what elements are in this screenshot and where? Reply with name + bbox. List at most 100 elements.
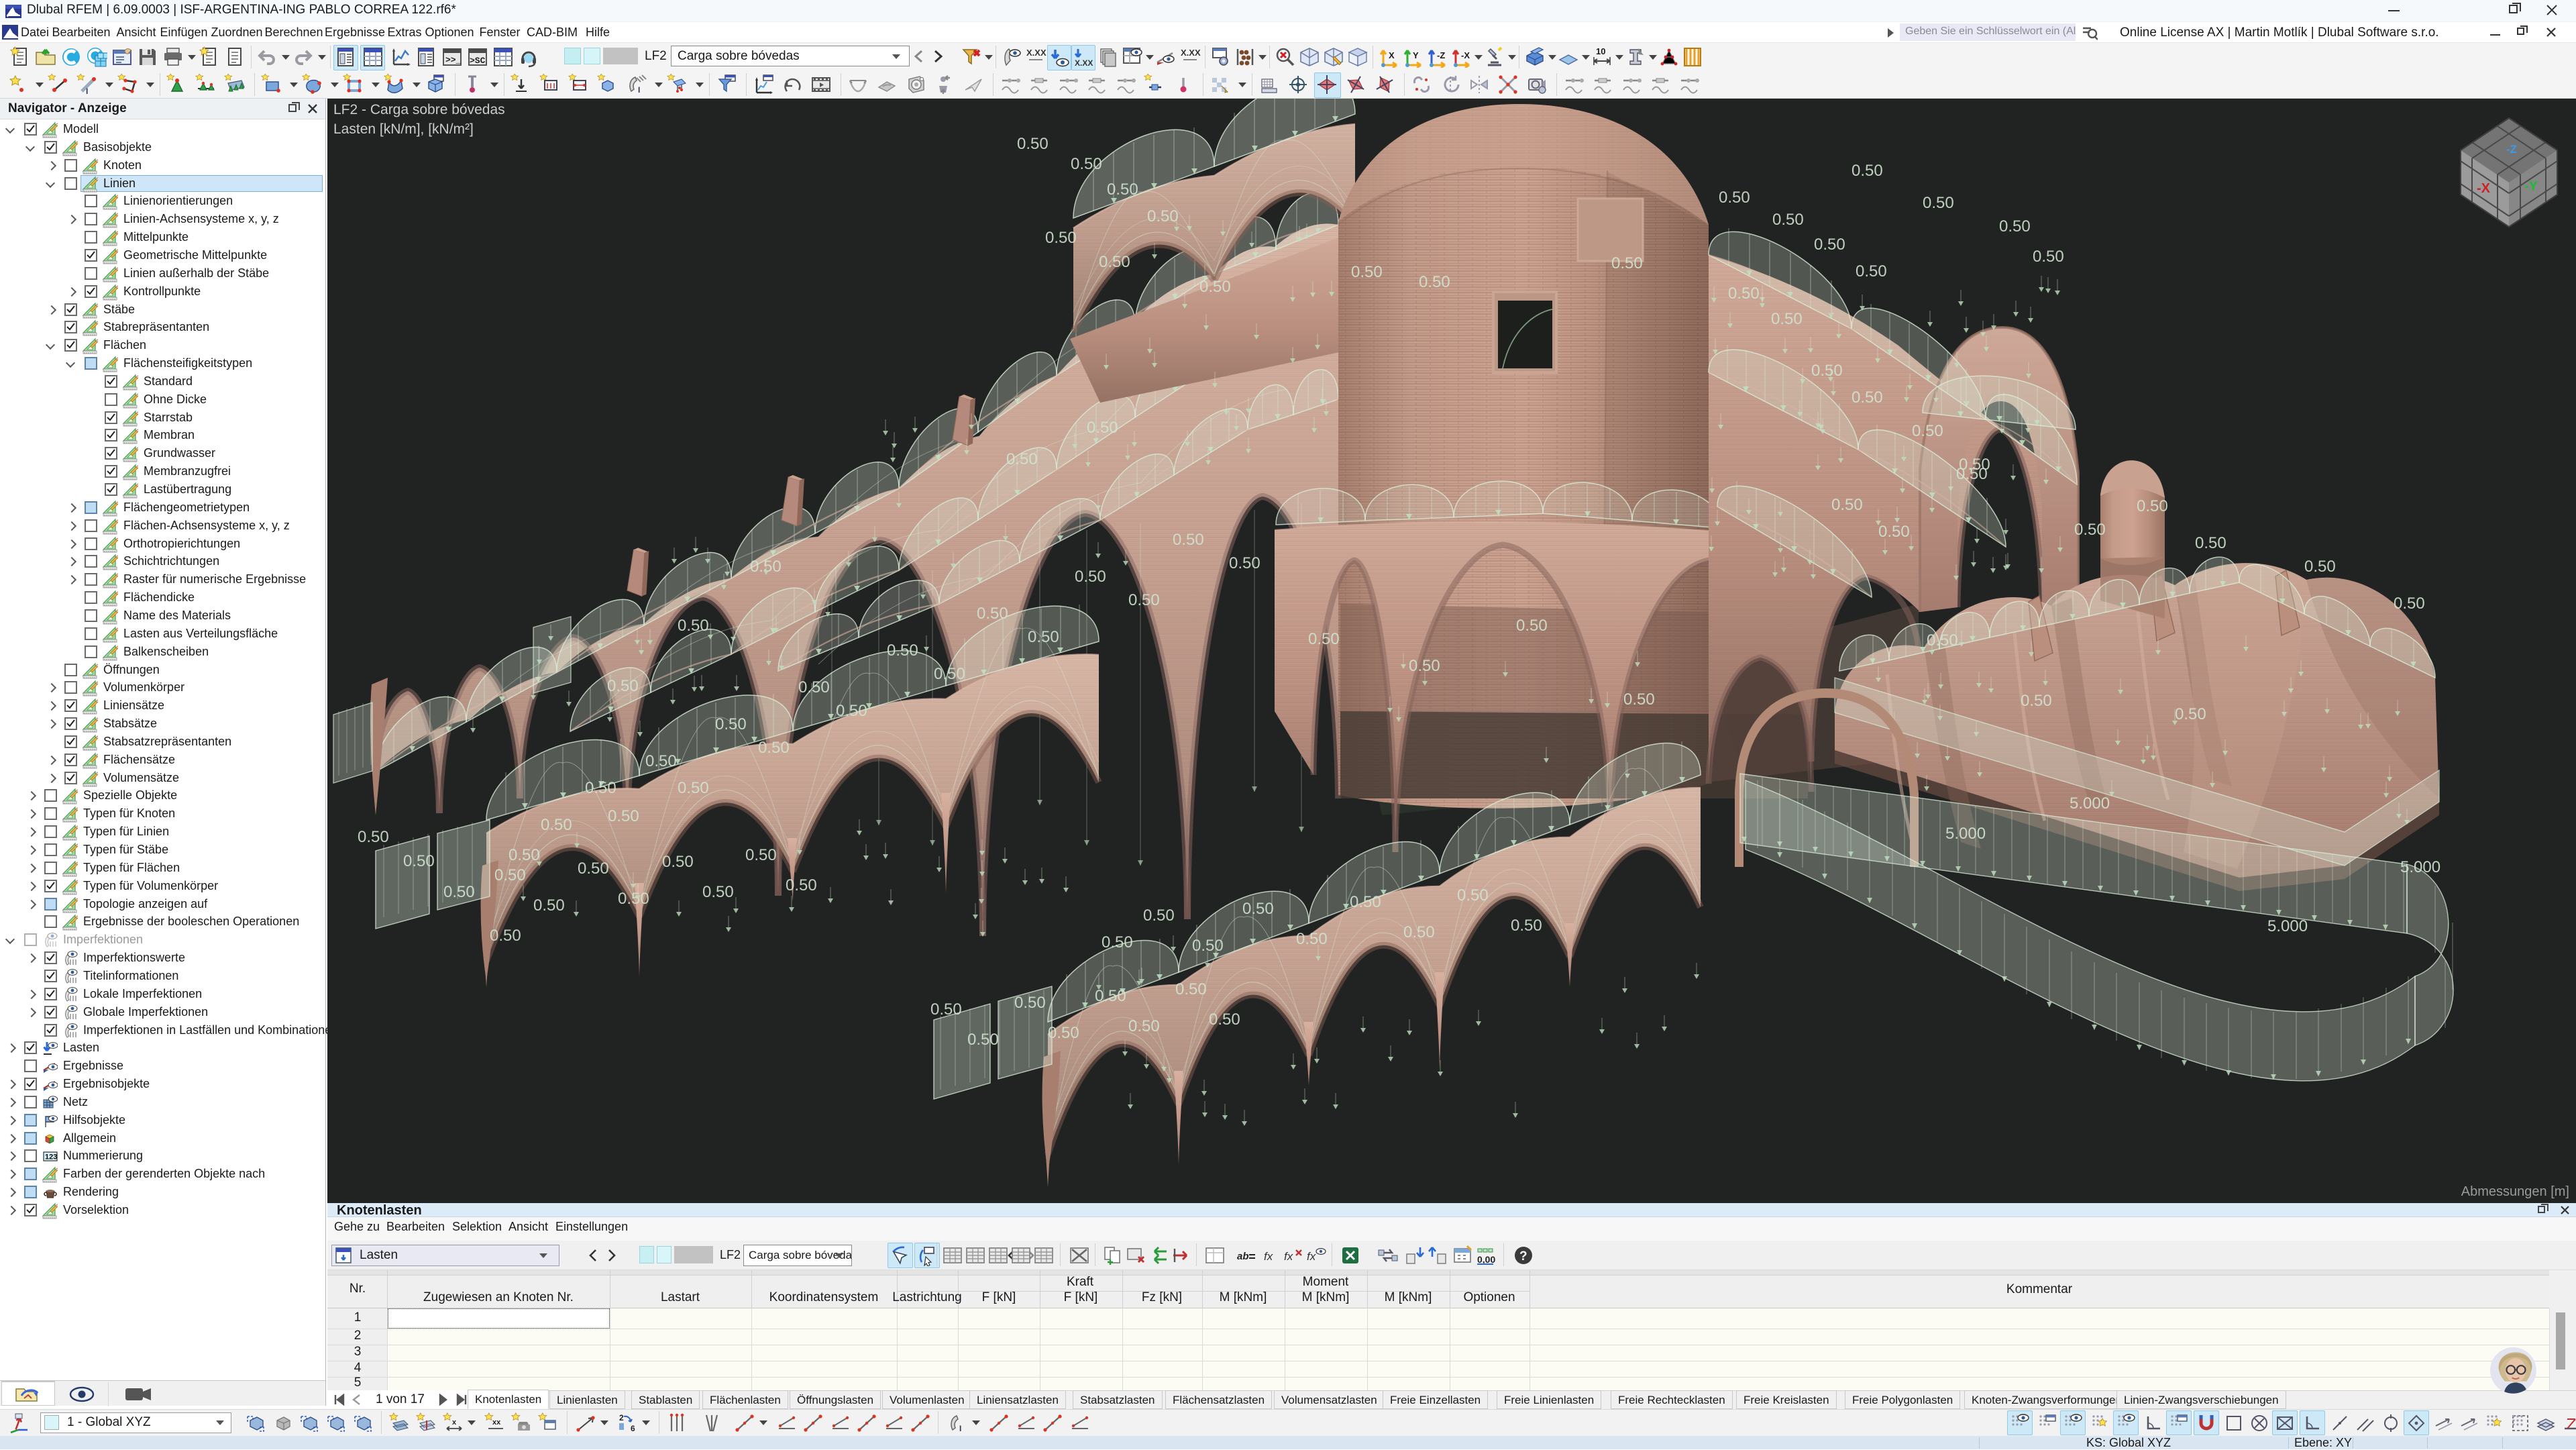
svg-text:0.50: 0.50 xyxy=(1087,419,1118,437)
svg-text:5.000: 5.000 xyxy=(1945,825,1986,843)
svg-text:fx: fx xyxy=(1284,1250,1293,1263)
svg-text:0.50: 0.50 xyxy=(1878,523,1910,541)
svg-text:0.50: 0.50 xyxy=(578,860,609,878)
svg-text:0.50: 0.50 xyxy=(1772,211,1804,229)
svg-text:0.50: 0.50 xyxy=(1403,923,1435,941)
svg-text:0.50: 0.50 xyxy=(2074,521,2106,539)
svg-text:0.50: 0.50 xyxy=(1351,263,1383,281)
svg-text:0.50: 0.50 xyxy=(1927,631,1958,650)
svg-text:0.50: 0.50 xyxy=(608,807,639,825)
svg-text:0.50: 0.50 xyxy=(1095,987,1126,1005)
svg-text:0.50: 0.50 xyxy=(662,853,694,871)
svg-text:0.50: 0.50 xyxy=(1175,980,1207,998)
svg-text:fx: fx xyxy=(1264,1250,1273,1263)
svg-text:10: 10 xyxy=(1596,46,1605,56)
svg-text:0.50: 0.50 xyxy=(2137,497,2168,515)
svg-text:0.50: 0.50 xyxy=(1143,907,1175,925)
svg-text:0.50: 0.50 xyxy=(1071,155,1102,173)
svg-text:?: ? xyxy=(1519,1249,1527,1263)
svg-text:5.000: 5.000 xyxy=(2400,858,2440,876)
svg-text:>>_: >>_ xyxy=(445,55,462,65)
svg-text:ab: ab xyxy=(1237,1251,1249,1262)
svg-text:0.50: 0.50 xyxy=(490,927,521,945)
svg-text:0.50: 0.50 xyxy=(1956,465,1988,483)
svg-text:0.50: 0.50 xyxy=(1419,273,1450,291)
svg-text:0.50: 0.50 xyxy=(1308,630,1340,648)
svg-text:0.50: 0.50 xyxy=(1719,189,1750,207)
svg-text:0.50: 0.50 xyxy=(2021,692,2052,710)
svg-text:0.50: 0.50 xyxy=(887,641,918,660)
svg-text:0.50: 0.50 xyxy=(2195,534,2226,552)
svg-text:LF2 - Carga sobre bóvedas: LF2 - Carga sobre bóvedas xyxy=(333,102,505,117)
svg-text:0.50: 0.50 xyxy=(1209,1011,1240,1029)
svg-text:0.50: 0.50 xyxy=(1831,496,1863,514)
svg-text:I: I xyxy=(638,85,640,95)
svg-text:-X: -X xyxy=(1461,50,1470,60)
svg-text:0.50: 0.50 xyxy=(541,816,572,834)
svg-text:0.50: 0.50 xyxy=(1128,591,1160,609)
svg-text:0.50: 0.50 xyxy=(1048,1024,1079,1042)
svg-text:0.50: 0.50 xyxy=(508,846,540,864)
svg-text:0.50: 0.50 xyxy=(2033,248,2064,266)
svg-text:0.50: 0.50 xyxy=(1611,254,1643,272)
svg-text:0.50: 0.50 xyxy=(1107,180,1138,199)
svg-text:X.XX: X.XX xyxy=(1026,48,1046,58)
svg-text:0.50: 0.50 xyxy=(1511,917,1542,935)
svg-text:0.50: 0.50 xyxy=(1999,217,2031,236)
svg-text:0.50: 0.50 xyxy=(678,779,709,797)
svg-text:0.50: 0.50 xyxy=(836,702,867,720)
svg-text:0.50: 0.50 xyxy=(1851,162,1883,180)
svg-text:0.50: 0.50 xyxy=(930,1000,962,1019)
svg-text:-Z: -Z xyxy=(1437,50,1445,60)
svg-text:0.50: 0.50 xyxy=(645,752,677,770)
svg-text:0.50: 0.50 xyxy=(1006,450,1038,468)
svg-text:0.50: 0.50 xyxy=(1728,284,1760,303)
svg-text:6: 6 xyxy=(631,1424,635,1433)
svg-text:0.50: 0.50 xyxy=(1296,930,1328,948)
svg-text:>SC: >SC xyxy=(470,56,486,66)
svg-text:0.50: 0.50 xyxy=(1350,893,1381,911)
svg-text:0.50: 0.50 xyxy=(1014,994,1046,1012)
svg-text:0.50: 0.50 xyxy=(1771,310,1803,328)
svg-text:0.50: 0.50 xyxy=(1099,253,1130,271)
svg-text:0.50: 0.50 xyxy=(1128,1017,1160,1035)
svg-text:0.50: 0.50 xyxy=(618,890,649,908)
svg-text:0.50: 0.50 xyxy=(585,779,616,797)
svg-text:I: I xyxy=(86,87,88,95)
svg-text:0.50: 0.50 xyxy=(1017,135,1049,153)
svg-text:0.50: 0.50 xyxy=(1147,207,1179,225)
svg-text:5.000: 5.000 xyxy=(2070,794,2110,813)
svg-text:2: 2 xyxy=(619,1413,624,1422)
svg-text:0.50: 0.50 xyxy=(977,605,1008,623)
svg-text:0.50: 0.50 xyxy=(934,665,965,683)
svg-text:0.50: 0.50 xyxy=(403,852,435,870)
svg-text:X.XX: X.XX xyxy=(1181,48,1201,58)
svg-text:x: x xyxy=(452,1418,457,1427)
svg-text:X: X xyxy=(1389,50,1395,60)
svg-text:0.50: 0.50 xyxy=(1075,568,1106,586)
svg-text:0.50: 0.50 xyxy=(1856,262,1887,280)
svg-text:0.50: 0.50 xyxy=(1623,690,1655,709)
svg-text:-Y: -Y xyxy=(2524,179,2538,194)
svg-text:0.50: 0.50 xyxy=(745,846,777,864)
svg-text:0.50: 0.50 xyxy=(967,1031,999,1049)
svg-text:5.000: 5.000 xyxy=(2267,917,2308,935)
svg-text:0.50: 0.50 xyxy=(1229,554,1260,572)
svg-text:0.50: 0.50 xyxy=(2304,558,2336,576)
svg-text:0.50: 0.50 xyxy=(2394,594,2425,613)
svg-text:Abmessungen [m]: Abmessungen [m] xyxy=(2461,1184,2569,1199)
svg-text:Y: Y xyxy=(1413,50,1419,60)
svg-text:Lasten [kN/m], [kN/m²]: Lasten [kN/m], [kN/m²] xyxy=(333,121,474,137)
svg-text:0.50: 0.50 xyxy=(1814,236,1845,254)
svg-text:0.50: 0.50 xyxy=(758,739,790,757)
svg-text:0.50: 0.50 xyxy=(1102,933,1133,951)
svg-text:0.50: 0.50 xyxy=(702,883,734,901)
svg-text:xx: xx xyxy=(492,1418,501,1427)
svg-text:0.50: 0.50 xyxy=(443,883,475,901)
svg-text:0.50: 0.50 xyxy=(798,678,830,696)
svg-text:0.50: 0.50 xyxy=(1457,886,1489,904)
svg-text:0.50: 0.50 xyxy=(678,617,709,635)
svg-text:X.XX: X.XX xyxy=(1075,58,1093,68)
svg-text:0.50: 0.50 xyxy=(358,828,389,846)
svg-text:0.50: 0.50 xyxy=(1045,229,1077,247)
